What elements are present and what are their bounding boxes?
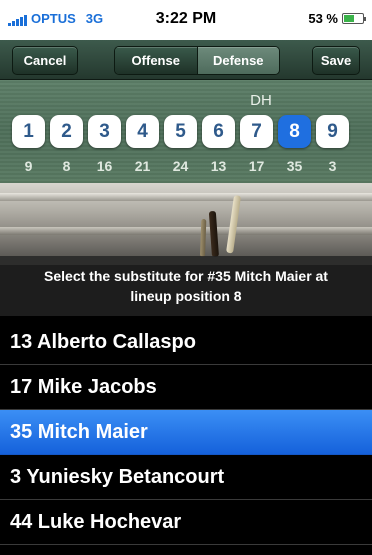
baseball-bat [208,210,219,258]
battery-icon [342,13,366,24]
dugout-rail [0,193,372,201]
player-row[interactable]: 17 Mike Jacobs [0,365,372,410]
lineup-positions: 123456789 [12,115,349,148]
nav-toolbar: Cancel Offense Defense Save [0,40,372,80]
jersey-number-6: 13 [210,158,227,174]
offense-defense-segmented-control: Offense Defense [114,46,280,75]
player-row[interactable]: 13 Alberto Callaspo [0,320,372,365]
save-button[interactable]: Save [312,46,360,75]
jersey-number-9: 3 [328,158,337,174]
dh-label: DH [250,92,272,109]
jersey-number-2: 8 [62,158,71,174]
baseball-bat [200,218,207,258]
lineup-position-6[interactable]: 6 [202,115,235,148]
lineup-position-7[interactable]: 7 [240,115,273,148]
player-row[interactable]: 44 Luke Hochevar [0,500,372,545]
prompt-line-1: Select the substitute for #35 Mitch Maie… [44,268,328,284]
segment-offense[interactable]: Offense [115,47,197,74]
lineup-position-8[interactable]: 8 [278,115,311,148]
jersey-number-4: 21 [134,158,151,174]
jersey-number-5: 24 [172,158,189,174]
jersey-number-8: 35 [286,158,303,174]
prompt-line-2: lineup position 8 [130,288,242,304]
substitute-prompt: Select the substitute for #35 Mitch Maie… [0,256,372,316]
cancel-button[interactable]: Cancel [12,46,78,75]
lineup-position-5[interactable]: 5 [164,115,197,148]
lineup-position-1[interactable]: 1 [12,115,45,148]
lineup-position-4[interactable]: 4 [126,115,159,148]
jersey-number-7: 17 [248,158,265,174]
dugout-photo [0,183,372,265]
lineup-board: DH 123456789 9 8 16 21 24 13 17 35 3 [0,80,372,183]
lineup-position-2[interactable]: 2 [50,115,83,148]
player-row[interactable]: 35 Mitch Maier [0,410,372,455]
jersey-number-3: 16 [96,158,113,174]
battery-percent: 53 % [308,11,338,26]
lineup-position-9[interactable]: 9 [316,115,349,148]
segment-defense[interactable]: Defense [196,47,279,74]
baseball-bat [226,195,242,254]
status-bar: OPTUS 3G 3:22 PM 53 % [0,0,372,40]
jersey-number-1: 9 [24,158,33,174]
dugout-rail [0,227,372,235]
lineup-position-3[interactable]: 3 [88,115,121,148]
status-right: 53 % [308,11,366,26]
substitute-list: 13 Alberto Callaspo 17 Mike Jacobs 35 Mitc… [0,320,372,545]
lineup-jersey-numbers: 9 8 16 21 24 13 17 35 3 [12,158,349,174]
player-row[interactable]: 3 Yuniesky Betancourt [0,455,372,500]
